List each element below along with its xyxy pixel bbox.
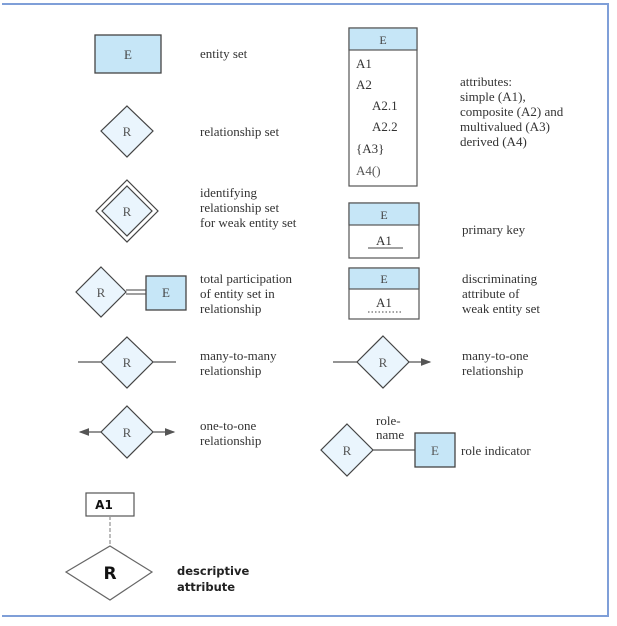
- relationship-set-symbol: R: [100, 105, 154, 158]
- identifying-relationship-label: R: [123, 204, 132, 219]
- attributes-entity-label: E: [379, 33, 386, 47]
- descriptive-attr-label: A1: [95, 498, 113, 512]
- attr-row: A1: [356, 56, 372, 71]
- primary-key-description: primary key: [462, 222, 526, 237]
- attr-row: A2: [356, 77, 372, 92]
- many-to-one-description: many-to-one relationship: [462, 348, 529, 378]
- er-notation-legend: E R R R E R R A1 R E A1 A2 A2.1 A2.2 {A3…: [0, 0, 617, 626]
- identifying-relationship-description: identifying relationship set for weak en…: [200, 185, 297, 230]
- entity-set-description: entity set: [200, 46, 248, 61]
- total-participation-rel-label: R: [97, 285, 106, 300]
- many-to-many-label: R: [123, 355, 132, 370]
- descriptive-rel-label: R: [103, 564, 116, 584]
- attr-row: A2.1: [372, 98, 398, 113]
- entity-label: E: [124, 47, 132, 62]
- many-to-one-label: R: [379, 355, 388, 370]
- role-rel-label: R: [343, 443, 352, 458]
- total-participation-description: total participation of entity set in rel…: [200, 271, 293, 316]
- many-to-many-symbol: R: [78, 336, 176, 389]
- identifying-relationship-symbol: R: [95, 179, 159, 243]
- total-participation-symbol: R E: [75, 266, 187, 318]
- role-entity-label: E: [431, 443, 439, 458]
- many-to-many-description: many-to-many relationship: [200, 348, 277, 378]
- descriptive-attribute-symbol: A1 R: [64, 492, 154, 601]
- primary-key-attr-label: A1: [376, 233, 392, 248]
- many-to-one-symbol: R: [333, 335, 432, 389]
- attributes-entity-symbol: E A1 A2 A2.1 A2.2 {A3} A4(): [348, 27, 418, 187]
- role-name-label: role- name: [376, 413, 405, 442]
- attributes-description: attributes: simple (A1), composite (A2) …: [460, 74, 564, 149]
- role-indicator-description: role indicator: [461, 443, 531, 458]
- discriminating-attribute-symbol: E A1: [348, 267, 420, 320]
- relationship-set-description: relationship set: [200, 124, 280, 139]
- descriptive-attribute-description: descriptive attribute: [177, 564, 250, 594]
- primary-key-symbol: E A1: [348, 202, 420, 259]
- primary-key-entity-label: E: [380, 208, 387, 222]
- attr-row: A4(): [356, 163, 381, 178]
- one-to-one-symbol: R: [78, 405, 176, 459]
- relationship-label: R: [123, 124, 132, 139]
- one-to-one-label: R: [123, 425, 132, 440]
- attr-row: {A3}: [356, 141, 384, 156]
- entity-set-symbol: E: [94, 34, 162, 74]
- discriminating-description: discriminating attribute of weak entity …: [462, 271, 540, 316]
- total-participation-entity-label: E: [162, 285, 170, 300]
- discriminating-attr-label: A1: [376, 295, 392, 310]
- discriminating-entity-label: E: [380, 272, 387, 286]
- one-to-one-description: one-to-one relationship: [200, 418, 262, 448]
- attr-row: A2.2: [372, 119, 398, 134]
